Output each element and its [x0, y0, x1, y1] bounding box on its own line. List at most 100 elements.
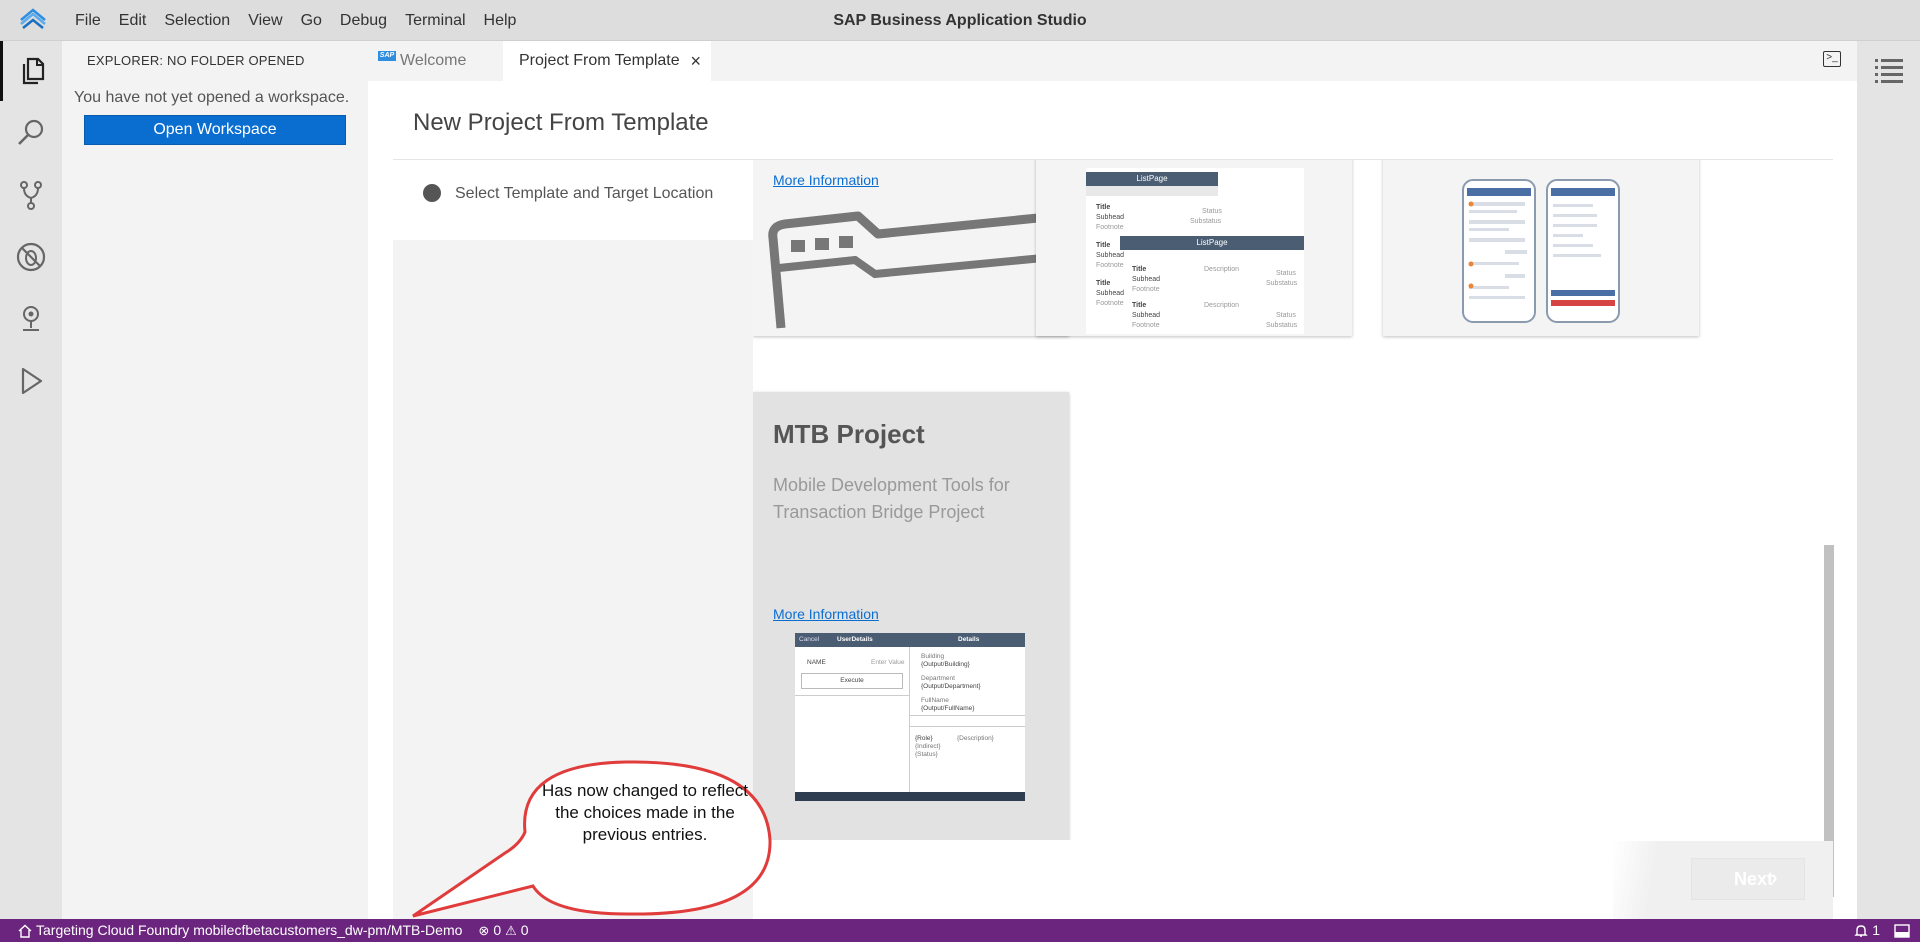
preview-text: Title [1096, 280, 1111, 287]
preview-text: Title [1132, 266, 1147, 273]
menu-go[interactable]: Go [292, 0, 331, 41]
preview-text: Execute [801, 673, 903, 689]
chevron-right-icon: › [1771, 867, 1778, 889]
run-activity-button[interactable] [0, 351, 62, 411]
open-workspace-button[interactable]: Open Workspace [84, 115, 346, 145]
tab-welcome-label: Welcome [400, 52, 467, 69]
panel-toggle-icon[interactable] [1894, 923, 1910, 938]
menu-view[interactable]: View [239, 0, 291, 41]
more-information-link[interactable]: More Information [773, 606, 879, 622]
preview-text: Cancel [799, 636, 820, 643]
template-card-mtb-project[interactable]: MTB Project Mobile Development Tools for… [753, 392, 1069, 840]
search-activity-button[interactable] [0, 103, 62, 163]
status-left: Targeting Cloud Foundry mobilecfbetacust… [18, 919, 533, 942]
title-bar: File Edit Selection View Go Debug Termin… [0, 0, 1920, 41]
step-indicator-icon [423, 184, 441, 202]
remote-activity-button[interactable] [0, 289, 62, 349]
preview-header: ListPage [1120, 236, 1304, 250]
preview-text: Enter Value [871, 659, 905, 666]
tab-project-from-template[interactable]: Project From Template × [503, 41, 711, 81]
preview-text: Substatus [1266, 322, 1298, 329]
preview-search-bar [909, 715, 1025, 727]
preview-text: {Output/Building} [921, 661, 970, 668]
preview-text: Subhead [1132, 276, 1161, 283]
sap-logo-icon: SAP [378, 51, 396, 61]
preview-text: Status [1202, 208, 1222, 215]
warning-icon[interactable]: ⚠ [505, 919, 517, 942]
preview-text: Details [958, 636, 980, 643]
preview-text: Subhead [1096, 252, 1125, 259]
preview-text: {Role} [915, 735, 933, 742]
preview-text: {Indirect} [915, 743, 941, 750]
notification-count: 1 [1872, 922, 1880, 938]
menu-debug[interactable]: Debug [331, 0, 396, 41]
menu-terminal[interactable]: Terminal [396, 0, 474, 41]
preview-text: Description [1204, 266, 1240, 273]
menu-help[interactable]: Help [475, 0, 526, 41]
explorer-activity-button[interactable] [0, 41, 62, 101]
preview-text: UserDetails [837, 636, 873, 643]
preview-text: {Description} [957, 735, 994, 742]
card-description: Mobile Development Tools for Transaction… [773, 475, 1010, 522]
tab-welcome[interactable]: SAP Welcome [368, 41, 502, 81]
preview-text: Status [1276, 270, 1296, 277]
template-card[interactable] [1383, 160, 1699, 336]
explorer-title: EXPLORER: NO FOLDER OPENED [87, 53, 305, 68]
preview-text: Building [921, 653, 945, 660]
wizard-step[interactable]: Select Template and Target Location [393, 160, 753, 240]
next-button[interactable]: Next [1691, 858, 1805, 900]
preview-text: {Output/Department} [921, 683, 981, 690]
preview-text: {Status} [915, 751, 938, 758]
editor-tabs: SAP Welcome Project From Template × >_ [368, 41, 1857, 81]
preview-text: Footnote [1096, 224, 1124, 231]
preview-text: NAME [807, 659, 826, 666]
preview-bar [1086, 186, 1218, 196]
template-card[interactable]: ListPage Title Subhead Footnote Status S… [1036, 160, 1352, 336]
preview-header: ListPage [1086, 172, 1218, 186]
preview-text: Footnote [1096, 300, 1124, 307]
mtb-preview: Cancel UserDetails Details NAME Enter Va… [795, 633, 1025, 801]
activity-bar [0, 41, 62, 919]
outline-list-icon[interactable] [1875, 57, 1903, 83]
run-icon [21, 367, 43, 395]
preview-text: FullName [921, 697, 949, 704]
folder-illustration-icon [768, 211, 1063, 336]
wizard-title: New Project From Template [413, 109, 709, 136]
terminal-icon[interactable]: >_ [1823, 51, 1841, 67]
close-icon[interactable]: × [690, 41, 701, 81]
preview-text: Substatus [1266, 280, 1298, 287]
callout-text: Has now changed to reflect the choices m… [541, 781, 748, 844]
error-icon[interactable]: ⊗ [478, 919, 489, 942]
preview-text: Substatus [1190, 218, 1222, 225]
card-title: MTB Project [773, 419, 925, 449]
no-bug-icon [16, 242, 46, 272]
home-icon [18, 924, 32, 938]
explorer-sidebar: EXPLORER: NO FOLDER OPENED You have not … [62, 41, 368, 919]
preview-text: Title [1096, 242, 1111, 249]
template-card[interactable]: More Information [753, 160, 1069, 336]
right-panel-bar [1857, 41, 1920, 919]
menu-edit[interactable]: Edit [110, 0, 156, 41]
cf-target-status[interactable]: Targeting Cloud Foundry mobilecfbetacust… [36, 919, 462, 942]
source-control-activity-button[interactable] [0, 165, 62, 225]
sap-bas-logo-icon [20, 8, 46, 29]
status-bar: Targeting Cloud Foundry mobilecfbetacust… [0, 919, 1920, 942]
preview-text: Footnote [1132, 286, 1160, 293]
preview-header [795, 633, 1025, 647]
preview-text: Title [1096, 204, 1111, 211]
preview-text: Footnote [1132, 322, 1160, 329]
preview-text: Description [1204, 302, 1240, 309]
menu-file[interactable]: File [66, 0, 110, 41]
menu-selection[interactable]: Selection [155, 0, 239, 41]
step-label: Select Template and Target Location [455, 185, 714, 202]
remote-explorer-icon [23, 306, 39, 331]
source-control-icon [20, 181, 42, 210]
template-cards: More Information ListPage Title Subhead … [753, 160, 1833, 840]
tab-project-label: Project From Template [519, 52, 680, 69]
more-information-link[interactable]: More Information [773, 172, 879, 188]
app-window: File Edit Selection View Go Debug Termin… [0, 0, 1920, 942]
debug-activity-button[interactable] [0, 227, 62, 287]
preview-text: Department [921, 675, 955, 682]
bell-icon[interactable] [1854, 924, 1868, 938]
files-icon [22, 57, 44, 85]
